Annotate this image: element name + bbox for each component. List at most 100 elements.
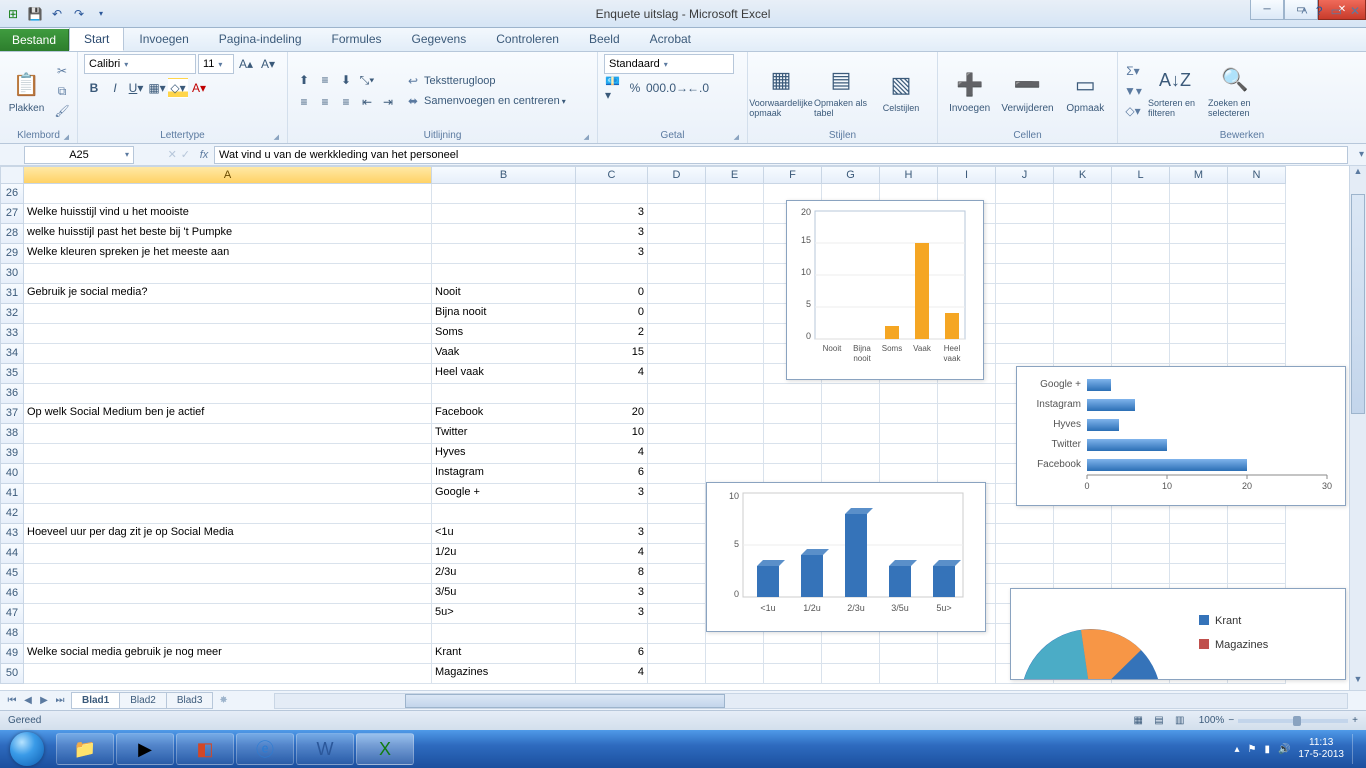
font-size-combo[interactable]: 11 [198,54,234,74]
cell-C50[interactable]: 4 [576,664,648,684]
cell-C48[interactable] [576,624,648,644]
cell-M44[interactable] [1170,544,1228,564]
cell-D34[interactable] [648,344,706,364]
normal-view-icon[interactable]: ▦ [1129,715,1147,726]
cell-B48[interactable] [432,624,576,644]
cell-A41[interactable] [24,484,432,504]
cell-G49[interactable] [822,644,880,664]
taskbar-mediaplayer[interactable]: ▶ [116,733,174,765]
cell-E30[interactable] [706,264,764,284]
cell-C39[interactable]: 4 [576,444,648,464]
cell-L32[interactable] [1112,304,1170,324]
cell-C32[interactable]: 0 [576,304,648,324]
cell-I49[interactable] [938,644,996,664]
chart-media-pie[interactable]: Krant Magazines [1010,588,1346,680]
cell-L43[interactable] [1112,524,1170,544]
comma-icon[interactable]: 000 [646,78,666,98]
tab-controleren[interactable]: Controleren [481,27,574,51]
cell-H38[interactable] [880,424,938,444]
cell-H49[interactable] [880,644,938,664]
cell-D30[interactable] [648,264,706,284]
cell-A46[interactable] [24,584,432,604]
cell-C44[interactable]: 4 [576,544,648,564]
cell-A48[interactable] [24,624,432,644]
border-button[interactable]: ▦▾ [147,78,167,98]
cell-M32[interactable] [1170,304,1228,324]
column-header-J[interactable]: J [996,166,1054,184]
cell-M26[interactable] [1170,184,1228,204]
row-header-36[interactable]: 36 [0,384,24,404]
cell-C31[interactable]: 0 [576,284,648,304]
cell-A42[interactable] [24,504,432,524]
cell-B43[interactable]: <1u [432,524,576,544]
cell-K34[interactable] [1054,344,1112,364]
cell-A26[interactable] [24,184,432,204]
cell-F37[interactable] [764,404,822,424]
cell-D50[interactable] [648,664,706,684]
cell-A29[interactable]: Welke kleuren spreken je het meeste aan [24,244,432,264]
cancel-formula-icon[interactable]: ✕ [168,148,177,161]
zoom-out-icon[interactable]: − [1228,715,1234,726]
column-header-B[interactable]: B [432,166,576,184]
cell-M28[interactable] [1170,224,1228,244]
tray-show-hidden-icon[interactable]: ▴ [1234,744,1239,755]
cell-D43[interactable] [648,524,706,544]
cell-N44[interactable] [1228,544,1286,564]
row-header-39[interactable]: 39 [0,444,24,464]
cell-D40[interactable] [648,464,706,484]
column-header-G[interactable]: G [822,166,880,184]
taskbar-excel[interactable]: X [356,733,414,765]
cell-E37[interactable] [706,404,764,424]
fx-icon[interactable]: fx [194,149,214,161]
cell-C46[interactable]: 3 [576,584,648,604]
cell-A43[interactable]: Hoeveel uur per dag zit je op Social Med… [24,524,432,544]
cell-I38[interactable] [938,424,996,444]
cell-D37[interactable] [648,404,706,424]
chart-social-media-usage[interactable]: 0 5 10 15 20 Nooit Bijnanooit [786,200,984,380]
sheet-nav-prev-icon[interactable]: ◀ [20,695,36,706]
cell-D35[interactable] [648,364,706,384]
cell-E32[interactable] [706,304,764,324]
minimize-ribbon-icon[interactable]: ˄ [1301,4,1308,18]
cell-G36[interactable] [822,384,880,404]
cell-E36[interactable] [706,384,764,404]
row-header-31[interactable]: 31 [0,284,24,304]
cell-K26[interactable] [1054,184,1112,204]
cell-D45[interactable] [648,564,706,584]
cell-F38[interactable] [764,424,822,444]
decrease-decimal-icon[interactable]: ←.0 [688,78,708,98]
spreadsheet-grid[interactable]: ABCDEFGHIJKLMN 2627282930313233343536373… [0,166,1366,690]
cell-B31[interactable]: Nooit [432,284,576,304]
cell-E33[interactable] [706,324,764,344]
cell-A31[interactable]: Gebruik je social media? [24,284,432,304]
cell-N42[interactable] [1228,504,1286,524]
cell-K32[interactable] [1054,304,1112,324]
cell-H37[interactable] [880,404,938,424]
fill-color-button[interactable]: ◇▾ [168,78,188,98]
cell-L28[interactable] [1112,224,1170,244]
tab-start[interactable]: Start [69,27,124,51]
sort-filter-button[interactable]: A↓ZSorteren en filteren [1148,64,1202,118]
cell-N43[interactable] [1228,524,1286,544]
column-header-A[interactable]: A [24,166,432,184]
cell-B27[interactable] [432,204,576,224]
vertical-scrollbar[interactable]: ▲ ▼ [1349,166,1366,690]
cell-M33[interactable] [1170,324,1228,344]
row-header-32[interactable]: 32 [0,304,24,324]
expand-formula-bar-icon[interactable]: ▾ [1359,149,1364,160]
cell-C42[interactable] [576,504,648,524]
sheet-tab-blad2[interactable]: Blad2 [119,692,167,709]
help-icon[interactable]: ? [1316,4,1323,18]
cell-B44[interactable]: 1/2u [432,544,576,564]
cell-D36[interactable] [648,384,706,404]
row-header-34[interactable]: 34 [0,344,24,364]
cell-B33[interactable]: Soms [432,324,576,344]
cell-K33[interactable] [1054,324,1112,344]
fill-icon[interactable]: ▼▾ [1124,82,1142,100]
cell-C28[interactable]: 3 [576,224,648,244]
row-header-29[interactable]: 29 [0,244,24,264]
align-center-icon[interactable]: ≡ [315,92,335,112]
cell-D26[interactable] [648,184,706,204]
taskbar-ie[interactable]: ⓔ [236,733,294,765]
format-cells-button[interactable]: ▭Opmaak [1060,69,1111,114]
